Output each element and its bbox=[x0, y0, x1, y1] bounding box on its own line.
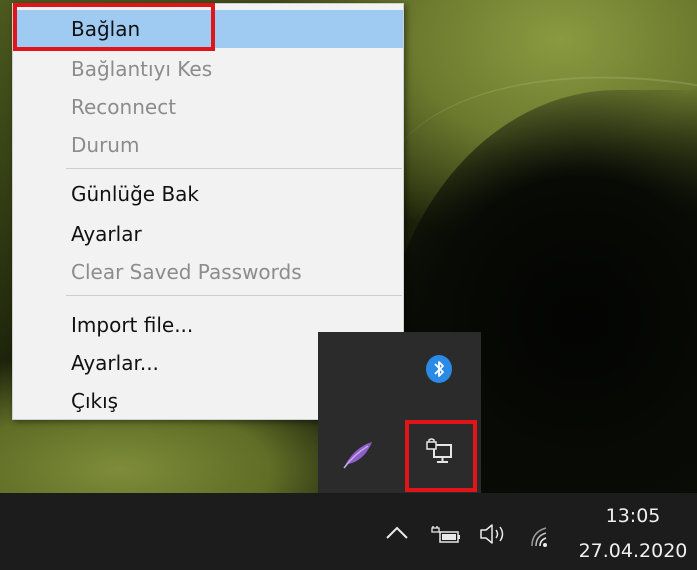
annotation-highlight-connect bbox=[13, 3, 215, 51]
wifi-icon[interactable] bbox=[528, 524, 558, 554]
menu-item-clear-passwords[interactable]: Clear Saved Passwords bbox=[13, 253, 403, 291]
menu-separator bbox=[66, 295, 402, 296]
annotation-highlight-vpn-icon bbox=[405, 420, 477, 492]
menu-item-disconnect[interactable]: Bağlantıyı Kes bbox=[13, 50, 403, 88]
clock-date[interactable]: 27.04.2020 bbox=[570, 540, 696, 562]
battery-icon[interactable] bbox=[430, 524, 462, 550]
menu-item-view-log[interactable]: Günlüğe Bak bbox=[13, 175, 403, 213]
feather-icon[interactable] bbox=[340, 440, 374, 470]
menu-item-settings[interactable]: Ayarlar bbox=[13, 215, 403, 253]
bluetooth-icon[interactable] bbox=[426, 355, 452, 383]
menu-item-status[interactable]: Durum bbox=[13, 126, 403, 164]
chevron-up-icon[interactable] bbox=[384, 523, 410, 547]
clock-time[interactable]: 13:05 bbox=[578, 505, 688, 527]
menu-item-reconnect[interactable]: Reconnect bbox=[13, 88, 403, 126]
volume-icon[interactable] bbox=[477, 521, 511, 551]
menu-separator bbox=[66, 168, 402, 169]
